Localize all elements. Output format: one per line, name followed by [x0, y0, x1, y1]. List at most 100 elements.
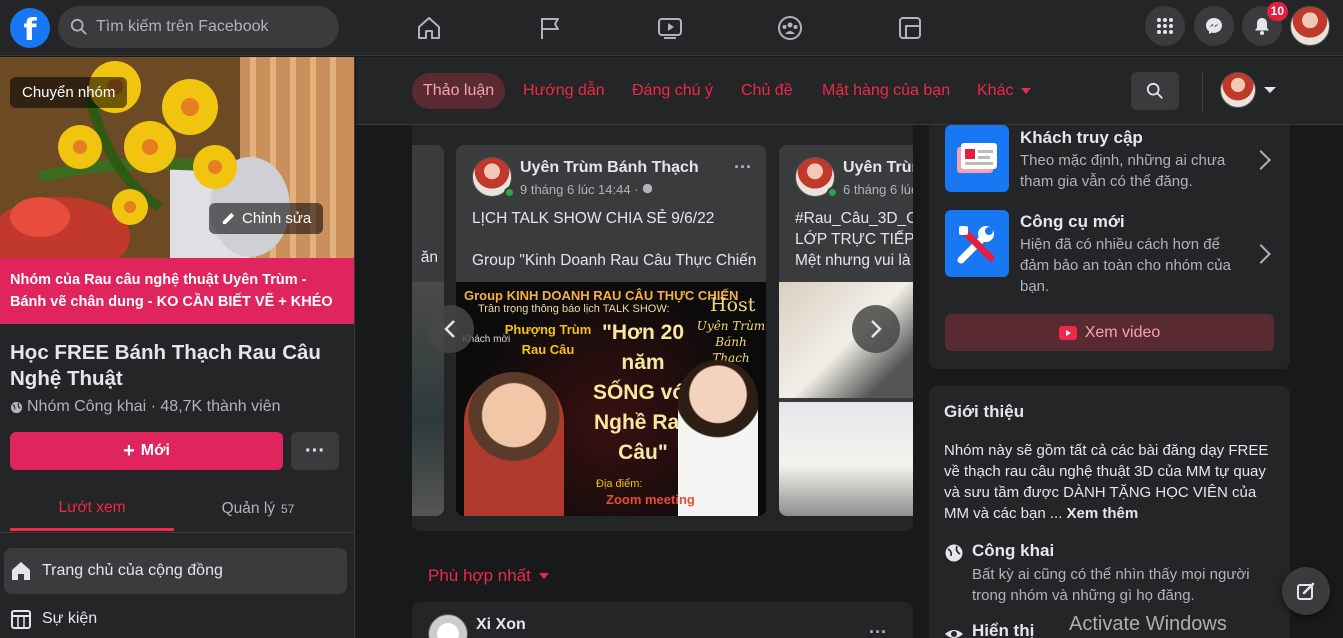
- guest-posting-title[interactable]: Khách truy cập: [1020, 128, 1143, 148]
- tools-icon: [945, 210, 1009, 277]
- about-card: Giới thiệu Nhóm này sẽ gồm tất cả các bà…: [929, 386, 1290, 638]
- post-line: Mệt nhưng vui là t: [795, 252, 913, 269]
- poster-host-name: Uyên Trùm Bánh Thạch: [696, 319, 766, 365]
- bell-icon: [1255, 18, 1269, 35]
- new-message-button[interactable]: [1282, 567, 1330, 615]
- author-avatar[interactable]: [428, 614, 468, 638]
- tab-manage-label: Quản lý: [221, 500, 276, 517]
- group-cover-photo: Chuyển nhóm Chỉnh sửa: [0, 57, 354, 258]
- poster-guest-name: Phượng Trùm Rau Câu: [504, 322, 592, 357]
- groups-icon[interactable]: [772, 10, 808, 46]
- group-tabs-bar: Thảo luận Hướng dẫn Đáng chú ý Chủ đề Mặ…: [356, 57, 1343, 125]
- guest-posting-icon: [945, 125, 1009, 192]
- post-author[interactable]: Uyên Trùm Bánh Thạch: [520, 159, 699, 177]
- poster-subheader: Trân trọng thông báo lịch TALK SHOW:: [478, 303, 670, 315]
- watch-video-label: Xem video: [1084, 323, 1161, 341]
- profile-switcher[interactable]: [1220, 72, 1276, 108]
- home-icon: [12, 562, 30, 580]
- featured-card[interactable]: Uyên Trùm Bánh Thạch 9 tháng 6 lúc 14:44…: [456, 145, 766, 516]
- switch-group-button[interactable]: Chuyển nhóm: [10, 77, 128, 108]
- visibility-title: Hiển thị: [972, 621, 1035, 638]
- tab-your-items[interactable]: Mặt hàng của bạn: [811, 73, 961, 109]
- post-line: Group "Kinh Doanh Rau Câu Thực Chiến...: [472, 252, 757, 269]
- search-input[interactable]: [96, 18, 316, 36]
- carousel-next-button[interactable]: [852, 305, 900, 353]
- edit-cover-label: Chỉnh sửa: [242, 210, 312, 227]
- tab-topics[interactable]: Chủ đề: [730, 73, 804, 109]
- cover-title-band: Nhóm của Rau câu nghệ thuật Uyên Trùm - …: [0, 258, 354, 324]
- sidebar-item-label: Trang chủ của cộng đồng: [42, 562, 223, 579]
- edit-cover-button[interactable]: Chỉnh sửa: [209, 203, 324, 234]
- pages-flag-icon[interactable]: [532, 10, 568, 46]
- tab-manage[interactable]: Quản lý 57: [176, 487, 340, 531]
- feed-post: Xi Xon ···: [412, 602, 913, 638]
- privacy-title: Công khai: [972, 541, 1055, 560]
- new-tools-title[interactable]: Công cụ mới: [1020, 212, 1125, 232]
- post-author[interactable]: Xi Xon: [476, 616, 526, 634]
- profile-avatar: [1220, 72, 1256, 108]
- group-sidebar: Chuyển nhóm Chỉnh sửa Nhóm của Rau câu n…: [0, 57, 355, 638]
- manage-count: 57: [281, 502, 295, 516]
- guest-posting-desc: Theo mặc định, những ai chưa tham gia vẫ…: [1020, 152, 1226, 190]
- chevron-left-icon: [444, 320, 455, 338]
- tab-more[interactable]: Khác: [966, 73, 1042, 109]
- sidebar-item-label: Sự kiện: [42, 610, 98, 627]
- more-options-button[interactable]: ···: [291, 432, 339, 470]
- tab-guides[interactable]: Hướng dẫn: [512, 73, 616, 109]
- post-options-icon[interactable]: ···: [869, 622, 887, 638]
- online-status-dot: [827, 187, 838, 198]
- home-icon[interactable]: [411, 10, 447, 46]
- poster-place-label: Địa điểm:: [596, 478, 643, 490]
- new-post-label: Mới: [140, 442, 170, 459]
- sidebar-item-community-home[interactable]: Trang chủ của cộng đồng: [4, 548, 347, 594]
- search-box[interactable]: [58, 6, 339, 48]
- card-text-fragment: ăn: [420, 249, 438, 266]
- tabs-divider: [1202, 71, 1203, 111]
- top-navigation-bar: f 10: [0, 0, 1343, 56]
- group-search-button[interactable]: [1131, 72, 1179, 110]
- poster-header: Group KINH DOANH RAU CÂU THỰC CHIẾN: [464, 288, 739, 303]
- video-play-icon: [1058, 325, 1077, 340]
- globe-icon: [10, 401, 23, 413]
- poster-place: Zoom meeting: [606, 492, 695, 507]
- about-title: Giới thiệu: [944, 402, 1025, 421]
- ellipsis-icon: ···: [305, 439, 325, 462]
- notification-badge: 10: [1266, 2, 1288, 21]
- chevron-right-icon[interactable]: [1251, 244, 1271, 264]
- profile-avatar[interactable]: [1290, 6, 1330, 46]
- notifications-button[interactable]: 10: [1242, 2, 1288, 46]
- tab-featured[interactable]: Đáng chú ý: [621, 73, 724, 109]
- post-time[interactable]: 9 tháng 6 lúc 14:44 ·: [520, 182, 653, 197]
- post-author[interactable]: Uyên Trùm: [843, 159, 913, 177]
- new-post-button[interactable]: + Mới: [10, 432, 283, 470]
- group-title[interactable]: Học FREE Bánh Thạch Rau Câu Nghệ Thuật: [10, 340, 330, 392]
- compose-icon: [1297, 582, 1315, 600]
- caret-down-icon: [1264, 87, 1276, 93]
- calendar-icon: [11, 610, 31, 629]
- talkshow-poster-image[interactable]: Group KINH DOANH RAU CÂU THỰC CHIẾN Trân…: [456, 282, 766, 516]
- watch-video-button[interactable]: Xem video: [945, 314, 1274, 351]
- caret-down-icon: [1021, 88, 1032, 94]
- see-more-link[interactable]: Xem thêm: [1067, 505, 1139, 522]
- gaming-icon[interactable]: [892, 10, 928, 46]
- carousel-prev-button[interactable]: [426, 305, 474, 353]
- divider: [0, 532, 354, 533]
- poster-host-label: Host: [710, 294, 756, 316]
- messenger-icon[interactable]: [1194, 6, 1234, 46]
- online-status-dot: [504, 187, 515, 198]
- sidebar-item-events[interactable]: Sự kiện: [4, 596, 347, 638]
- watch-video-icon[interactable]: [652, 10, 688, 46]
- facebook-logo-icon[interactable]: f: [10, 8, 50, 48]
- privacy-desc: Bất kỳ ai cũng có thể nhìn thấy mọi ngườ…: [972, 566, 1250, 604]
- sort-dropdown[interactable]: Phù hợp nhất: [428, 566, 549, 586]
- tab-discussion[interactable]: Thảo luận: [412, 73, 506, 109]
- tab-browse[interactable]: Lướt xem: [10, 487, 174, 531]
- tab-browse-label: Lướt xem: [58, 498, 126, 516]
- search-icon: [70, 18, 87, 35]
- menu-grid-icon[interactable]: [1145, 6, 1185, 46]
- tab-more-label: Khác: [977, 82, 1014, 99]
- post-time[interactable]: 6 tháng 6 lúc: [843, 182, 913, 197]
- about-text: Nhóm này sẽ gồm tất cả các bài đăng dạy …: [944, 440, 1274, 524]
- chevron-right-icon[interactable]: [1251, 150, 1271, 170]
- post-options-icon[interactable]: ···: [734, 157, 752, 178]
